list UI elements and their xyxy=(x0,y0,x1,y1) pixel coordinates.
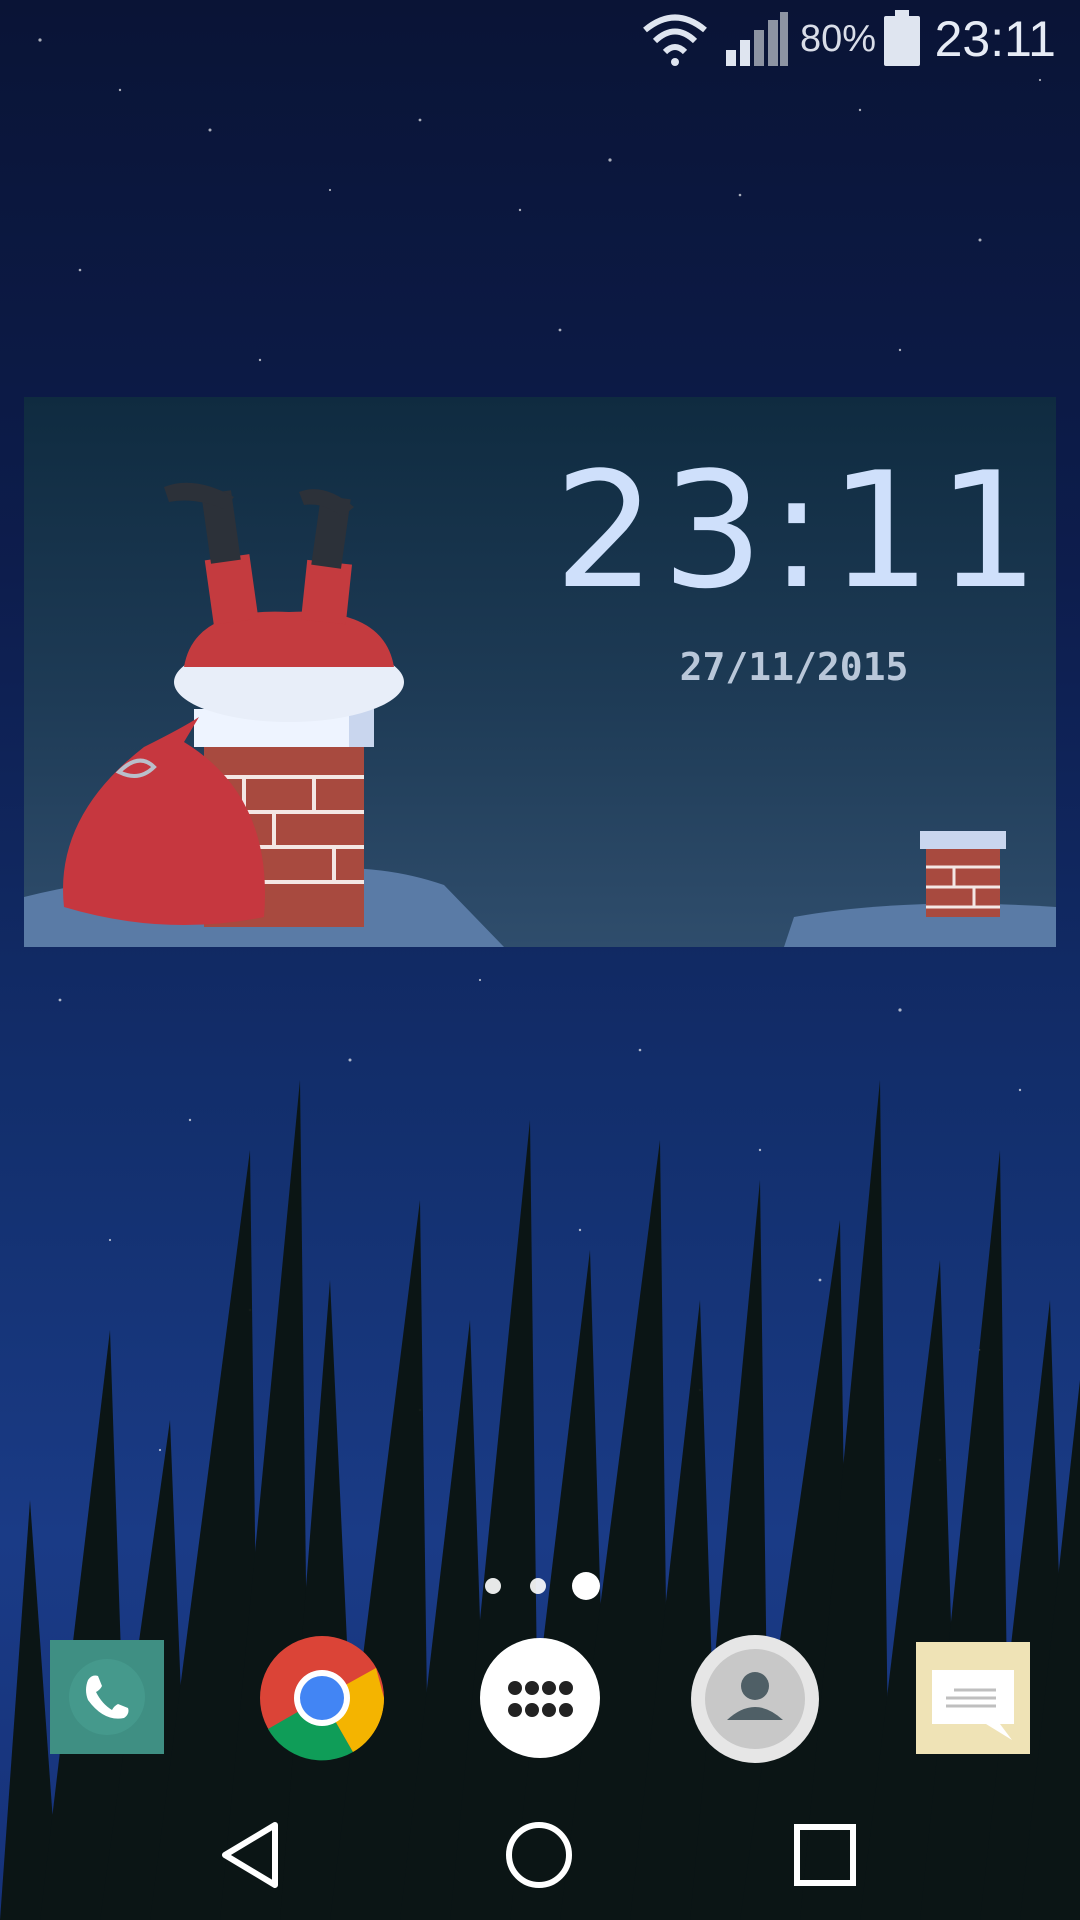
phone-icon xyxy=(69,1659,145,1735)
app-drawer-button[interactable] xyxy=(480,1638,600,1758)
messaging-app[interactable] xyxy=(916,1642,1030,1754)
back-icon[interactable] xyxy=(210,1815,300,1895)
app-drawer-icon xyxy=(480,1638,600,1758)
page-dot[interactable] xyxy=(485,1578,501,1594)
signal-icon xyxy=(726,12,788,66)
contacts-icon xyxy=(691,1635,819,1763)
widget-time: 23:11 xyxy=(554,437,1046,624)
recents-icon[interactable] xyxy=(780,1815,870,1895)
widget-date: 27/11/2015 xyxy=(679,645,909,689)
grass-silhouette xyxy=(0,1080,1080,1920)
clock-widget[interactable]: 23:11 27/11/2015 xyxy=(24,397,1056,947)
phone-app[interactable] xyxy=(50,1640,164,1754)
status-bar: 80% 23:11 xyxy=(0,0,1080,80)
home-icon[interactable] xyxy=(494,1815,584,1895)
page-dot[interactable] xyxy=(530,1578,546,1594)
chrome-icon xyxy=(260,1636,385,1761)
status-time: 23:11 xyxy=(934,11,1056,67)
wifi-icon xyxy=(643,14,707,66)
page-dot-current[interactable] xyxy=(572,1572,600,1600)
page-indicator[interactable] xyxy=(480,1570,610,1600)
contacts-app[interactable] xyxy=(690,1634,820,1764)
battery-icon xyxy=(884,10,920,66)
battery-percentage: 80% xyxy=(800,18,877,60)
messaging-icon xyxy=(932,1670,1014,1740)
chrome-app[interactable] xyxy=(258,1634,386,1762)
wallpaper xyxy=(0,38,1080,1920)
